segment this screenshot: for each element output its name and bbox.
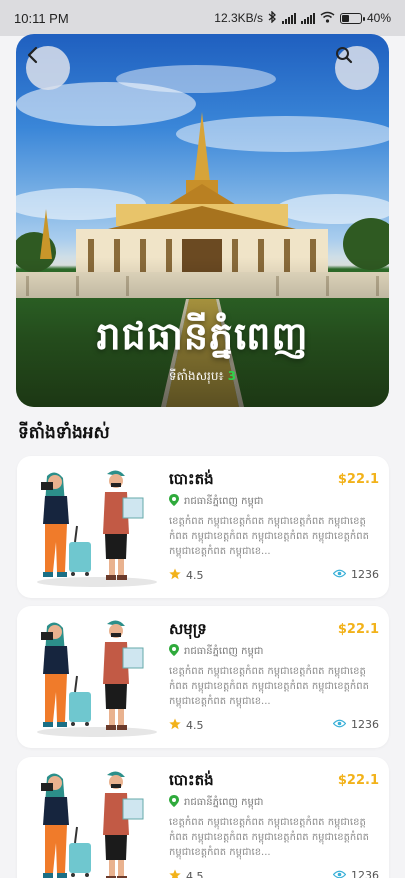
- status-time: 10:11 PM: [14, 10, 69, 26]
- back-button[interactable]: [26, 46, 70, 90]
- signal-icon-2: [300, 12, 315, 24]
- star-icon: [169, 718, 181, 733]
- star-icon: [169, 869, 181, 878]
- travelers-illustration: [37, 470, 157, 587]
- network-speed: 12.3KB/s: [214, 11, 263, 25]
- place-views-count: 1236: [351, 869, 379, 878]
- hero-banner: រាជធានីភ្នំពេញ ទីតាំងសរុប៖ 3: [16, 34, 389, 407]
- place-price: $22.1: [337, 773, 379, 788]
- place-views-count: 1236: [351, 718, 379, 731]
- battery-icon: [339, 12, 365, 24]
- place-price: $22.1: [337, 472, 379, 487]
- bluetooth-icon: [268, 9, 277, 26]
- place-location-text: រាជធានីភ្នំពេញ កម្ពុជា: [184, 496, 264, 507]
- battery-level: [341, 14, 350, 22]
- place-views: 1236: [332, 869, 379, 878]
- place-rating-value: 4.5: [186, 870, 204, 878]
- place-views-count: 1236: [351, 568, 379, 581]
- place-description: ខេត្តកំពត កម្ពុជាខេត្តកំពត កម្ពុជាខេត្តក…: [169, 666, 369, 707]
- status-bar: 10:11 PM 12.3KB/s 40%: [0, 0, 405, 36]
- eye-icon: [332, 869, 347, 878]
- place-name: បោះតង់: [169, 771, 214, 789]
- place-views: 1236: [332, 718, 379, 731]
- location-count-label: ទីតាំងសរុប៖: [168, 369, 224, 383]
- location-count-value: 3: [227, 369, 237, 383]
- place-rating: 4.5: [169, 869, 204, 878]
- place-location: រាជធានីភ្នំពេញ កម្ពុជា: [169, 795, 263, 810]
- page-title: រាជធានីភ្នំពេញ: [96, 313, 309, 358]
- place-description: ខេត្តកំពត កម្ពុជាខេត្តកំពត កម្ពុជាខេត្តក…: [169, 516, 369, 557]
- place-rating-value: 4.5: [186, 719, 204, 732]
- signal-icon: [281, 12, 296, 24]
- place-card[interactable]: បោះតង់ $22.1 រាជធានីភ្នំពេញ កម្ពុជា ខេត្…: [17, 456, 389, 598]
- place-location: រាជធានីភ្នំពេញ កម្ពុជា: [169, 494, 263, 509]
- search-button[interactable]: [335, 46, 379, 90]
- eye-icon: [332, 718, 347, 731]
- status-icons: 12.3KB/s 40%: [214, 9, 391, 26]
- place-views: 1236: [332, 568, 379, 581]
- place-location-text: រាជធានីភ្នំពេញ កម្ពុជា: [184, 646, 264, 657]
- location-count: ទីតាំងសរុប៖ 3: [16, 368, 389, 386]
- section-title: ទីតាំងទាំងអស់: [18, 423, 110, 443]
- battery-percent: 40%: [366, 11, 391, 25]
- travelers-illustration: [37, 620, 157, 737]
- star-icon: [169, 568, 181, 583]
- place-location-text: រាជធានីភ្នំពេញ កម្ពុជា: [184, 797, 264, 808]
- eye-icon: [332, 568, 347, 581]
- place-name: សមុទ្រ: [169, 620, 207, 638]
- place-card[interactable]: សមុទ្រ $22.1 រាជធានីភ្នំពេញ កម្ពុជា ខេត្…: [17, 606, 389, 748]
- place-location: រាជធានីភ្នំពេញ កម្ពុជា: [169, 644, 263, 659]
- wifi-icon: [320, 11, 335, 26]
- place-rating: 4.5: [169, 568, 204, 583]
- place-name: បោះតង់: [169, 470, 214, 488]
- travelers-illustration: [41, 771, 144, 878]
- place-rating-value: 4.5: [186, 569, 204, 582]
- location-pin-icon: [169, 644, 179, 659]
- place-card[interactable]: បោះតង់ $22.1 រាជធានីភ្នំពេញ កម្ពុជា ខេត្…: [17, 757, 389, 878]
- location-pin-icon: [169, 494, 179, 509]
- location-pin-icon: [169, 795, 179, 810]
- place-rating: 4.5: [169, 718, 204, 733]
- place-price: $22.1: [337, 622, 379, 637]
- place-description: ខេត្តកំពត កម្ពុជាខេត្តកំពត កម្ពុជាខេត្តក…: [169, 817, 369, 858]
